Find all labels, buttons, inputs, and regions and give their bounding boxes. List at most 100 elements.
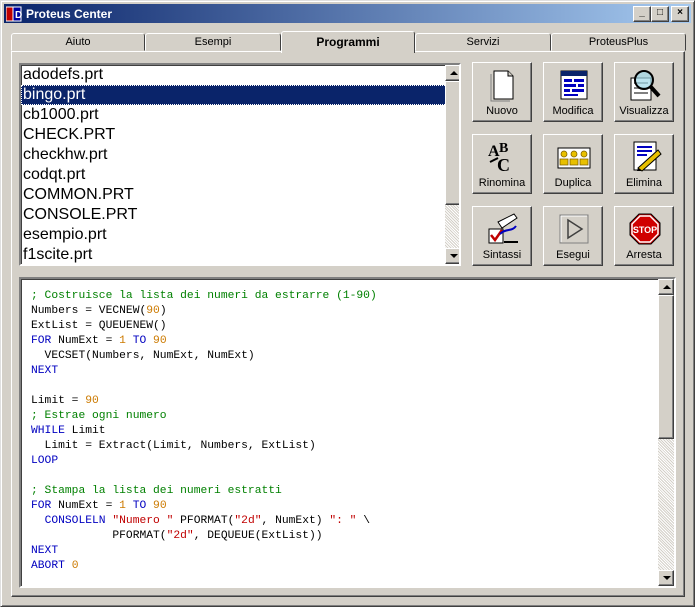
minimize-button[interactable]: _ [633, 6, 651, 22]
tab-esempi[interactable]: Esempi [145, 33, 281, 51]
code-line: ExtList = QUEUENEW() [31, 319, 377, 334]
code-token: NEXT [31, 365, 59, 377]
code-editor[interactable]: ; Costruisce la lista dei numeri da estr… [19, 277, 676, 588]
code-token: LOOP [31, 455, 59, 467]
arresta-label: Arresta [626, 249, 662, 261]
scroll-up-button[interactable] [445, 65, 459, 81]
tab-programmi[interactable]: Programmi [281, 31, 415, 53]
tab-proteusplus[interactable]: ProteusPlus [551, 33, 686, 51]
tab-aiuto[interactable]: Aiuto [11, 33, 145, 51]
editor-scroll-up-button[interactable] [658, 279, 674, 295]
arrow-up-icon [450, 71, 458, 75]
file-list-item[interactable]: COMMON.PRT [21, 185, 459, 205]
file-list-item[interactable]: codqt.prt [21, 165, 459, 185]
editor-scroll-thumb[interactable] [658, 295, 674, 439]
duplica-button[interactable]: Duplica [543, 134, 603, 194]
file-list-item[interactable]: bingo.prt [21, 85, 459, 105]
minimize-icon: _ [639, 7, 645, 18]
rinomina-button[interactable]: A B C Rinomina [472, 134, 532, 194]
elimina-label: Elimina [625, 177, 663, 189]
code-token: \ [356, 515, 370, 527]
file-list-scrollbar[interactable] [445, 65, 459, 264]
code-token: , NumExt) [261, 515, 330, 527]
code-token: "2d" [234, 515, 262, 527]
code-token: 0 [71, 560, 79, 572]
close-icon: × [677, 7, 683, 18]
code-line: CONSOLELN "Numero " PFORMAT("2d", NumExt… [31, 514, 377, 529]
code-token: TO [132, 335, 147, 347]
arresta-button[interactable]: STOP Arresta [614, 206, 674, 266]
code-line: FOR NumExt = 1 TO 90 [31, 334, 377, 349]
code-token: "Numero " [112, 515, 174, 527]
code-token: ; Estrae ogni numero [31, 410, 167, 422]
elimina-button[interactable]: Elimina [614, 134, 674, 194]
code-line: Numbers = VECNEW(90) [31, 304, 377, 319]
code-token: PFORMAT( [173, 515, 235, 527]
file-list-item[interactable]: adodefs.prt [21, 65, 459, 85]
tab-strip: Aiuto Esempi Programmi Servizi ProteusPl… [11, 31, 686, 53]
new-document-icon [490, 70, 514, 102]
editor-scroll-down-button[interactable] [658, 570, 674, 586]
code-token: ) [159, 305, 167, 317]
file-list-item[interactable]: cb1000.prt [21, 105, 459, 125]
code-token: CONSOLELN [44, 515, 106, 527]
code-line: ABORT 0 [31, 559, 377, 574]
svg-text:C: C [497, 155, 510, 174]
file-list-item[interactable]: esempio.prt [21, 225, 459, 245]
esegui-button[interactable]: Esegui [543, 206, 603, 266]
code-token: ABORT [31, 560, 65, 572]
file-list-item[interactable]: checkhw.prt [21, 145, 459, 165]
editor-scrollbar[interactable] [658, 279, 674, 586]
code-token: NumExt = [51, 500, 120, 512]
code-token: Limit = [31, 395, 86, 407]
file-list-item[interactable]: f1scite.prt [21, 245, 459, 264]
nuovo-button[interactable]: Nuovo [472, 62, 532, 122]
visualizza-label: Visualizza [619, 105, 669, 117]
file-list-item[interactable]: CHECK.PRT [21, 125, 459, 145]
code-line: NEXT [31, 364, 377, 379]
modifica-button[interactable]: Modifica [543, 62, 603, 122]
window-title: Proteus Center [26, 6, 113, 21]
scroll-down-button[interactable] [445, 248, 459, 264]
code-token: ; Costruisce la lista dei numeri da estr… [31, 290, 377, 302]
code-line: LOOP [31, 454, 377, 469]
file-list[interactable]: adodefs.prt bingo.prt cb1000.prt CHECK.PRT c… [19, 63, 461, 266]
code-token: NEXT [31, 545, 59, 557]
code-line: Limit = 90 [31, 394, 377, 409]
code-token: 90 [153, 500, 167, 512]
svg-text:D: D [15, 10, 22, 21]
code-text[interactable]: ; Costruisce la lista dei numeri da estr… [31, 289, 377, 574]
rename-abc-icon: A B C [488, 141, 510, 174]
code-line: ; Stampa la lista dei numeri estratti [31, 484, 377, 499]
rinomina-label: Rinomina [478, 177, 526, 189]
scroll-thumb[interactable] [445, 81, 459, 205]
file-list-item[interactable]: CONSOLE.PRT [21, 205, 459, 225]
play-icon [559, 214, 589, 244]
code-token: ": " [329, 515, 357, 527]
close-button[interactable]: × [671, 6, 689, 22]
tab-servizi[interactable]: Servizi [415, 33, 551, 51]
sintassi-button[interactable]: Sintassi [472, 206, 532, 266]
sintassi-label: Sintassi [482, 249, 522, 261]
visualizza-button[interactable]: Visualizza [614, 62, 674, 122]
esegui-label: Esegui [556, 249, 590, 261]
code-token: 90 [153, 335, 167, 347]
code-token: ExtList = QUEUENEW() [31, 320, 167, 332]
code-line: ; Costruisce la lista dei numeri da estr… [31, 289, 377, 304]
code-token: NumExt = [51, 335, 120, 347]
title-bar[interactable]: D Proteus Center _ □ × [4, 4, 691, 23]
code-line: FOR NumExt = 1 TO 90 [31, 499, 377, 514]
proteus-app-icon[interactable]: D [5, 6, 22, 22]
code-line: Limit = Extract(Limit, Numbers, ExtList) [31, 439, 377, 454]
code-token: VECSET(Numbers, NumExt, NumExt) [31, 350, 255, 362]
code-token: Limit = Extract(Limit, Numbers, ExtList) [31, 440, 316, 452]
code-token: "2d" [166, 530, 194, 542]
svg-text:STOP: STOP [633, 225, 657, 235]
code-line: ; Estrae ogni numero [31, 409, 377, 424]
maximize-button[interactable]: □ [651, 6, 669, 22]
